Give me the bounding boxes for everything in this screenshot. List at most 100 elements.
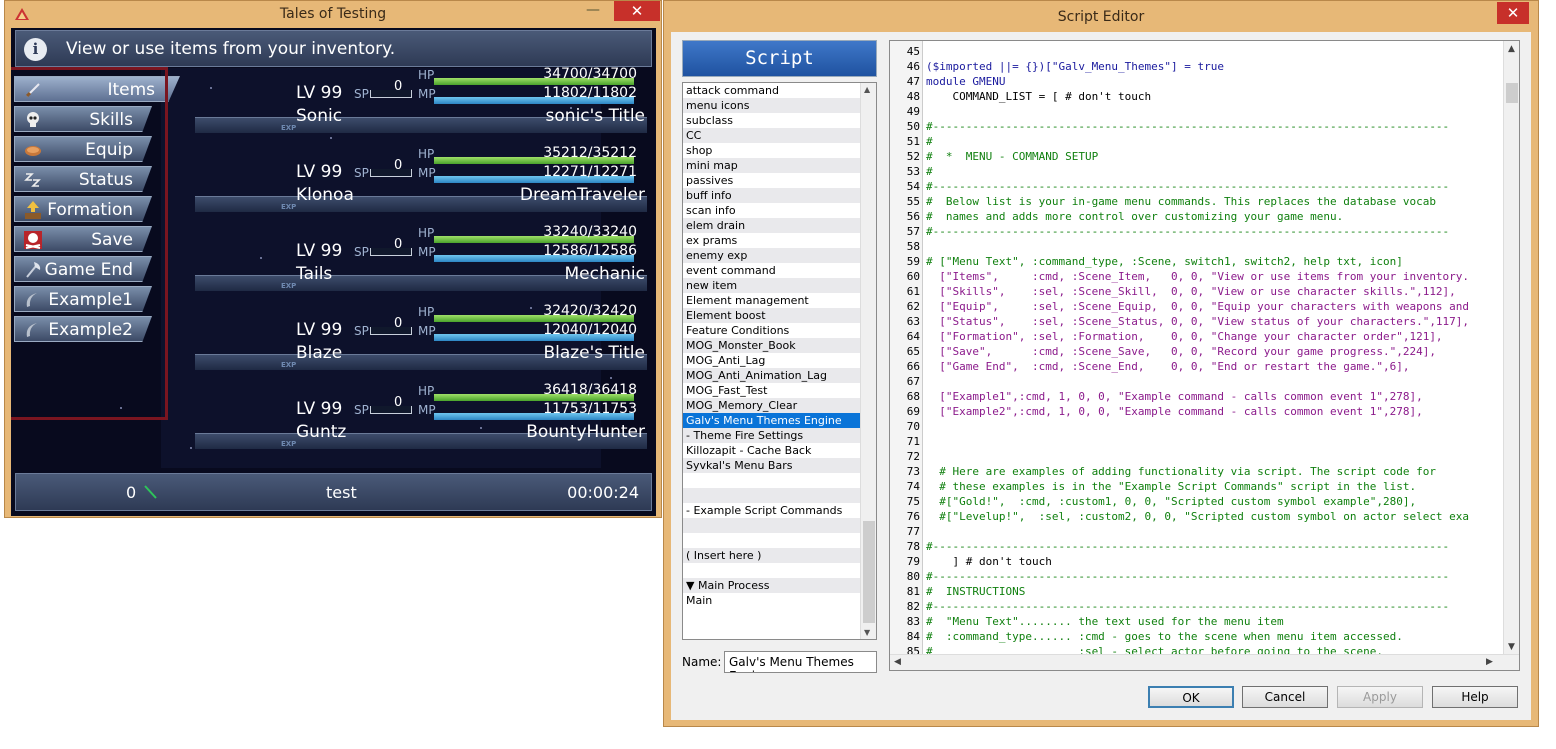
script-list-item[interactable]: Main <box>683 593 860 608</box>
code-line[interactable]: 45 <box>890 44 1504 59</box>
code-line[interactable]: 80 #-------------------------------------… <box>890 569 1504 584</box>
code-line[interactable]: 73 # Here are examples of adding functio… <box>890 464 1504 479</box>
code-line[interactable]: 83 # "Menu Text"........ the text used fo… <box>890 614 1504 629</box>
code-vertical-scrollbar[interactable]: ▲ ▼ <box>1503 41 1519 656</box>
scroll-down-icon[interactable]: ▼ <box>1508 642 1515 652</box>
code-line[interactable]: 60 ["Items", :cmd, :Scene_Item, 0, 0, "V… <box>890 269 1504 284</box>
scroll-up-icon[interactable]: ▲ <box>864 85 870 94</box>
script-list-item[interactable]: subclass <box>683 113 860 128</box>
code-scroll-thumb[interactable] <box>1506 83 1518 103</box>
scroll-left-icon[interactable]: ◀ <box>894 657 901 667</box>
minimize-button[interactable]: — <box>579 1 607 21</box>
script-list-item[interactable] <box>683 563 860 578</box>
script-list-scrollbar[interactable]: ▲ ▼ <box>860 83 876 639</box>
code-line[interactable]: 54 #-------------------------------------… <box>890 179 1504 194</box>
script-list-item[interactable]: enemy exp <box>683 248 860 263</box>
scroll-right-icon[interactable]: ▶ <box>1486 657 1493 667</box>
script-list-item[interactable]: MOG_Memory_Clear <box>683 398 860 413</box>
script-list-item[interactable]: ex prams <box>683 233 860 248</box>
code-editor[interactable]: 45 46 ($imported ||= {})["Galv_Menu_Themes… <box>889 40 1520 671</box>
code-line[interactable]: 64 ["Formation", :sel, :Formation, 0, 0,… <box>890 329 1504 344</box>
script-list-item[interactable]: elem drain <box>683 218 860 233</box>
code-line[interactable]: 61 ["Skills", :sel, :Scene_Skill, 0, 0, … <box>890 284 1504 299</box>
script-list-item[interactable]: CC <box>683 128 860 143</box>
script-list-item[interactable]: menu icons <box>683 98 860 113</box>
script-list-item[interactable]: - Example Script Commands <box>683 503 860 518</box>
code-line[interactable]: 56 # names and adds more control over cus… <box>890 209 1504 224</box>
help-button[interactable]: Help <box>1432 686 1518 708</box>
script-list-item[interactable]: Feature Conditions <box>683 323 860 338</box>
code-line[interactable]: 78 #-------------------------------------… <box>890 539 1504 554</box>
scroll-up-icon[interactable]: ▲ <box>1508 44 1515 54</box>
code-line[interactable]: 49 <box>890 104 1504 119</box>
editor-close-button[interactable]: ✕ <box>1497 2 1529 24</box>
actor-row[interactable]: EXP LV 99 SP 0 HP MP 34700/34700 11802/1… <box>189 66 649 143</box>
code-line[interactable]: 48 COMMAND_LIST = [ # don't touch <box>890 89 1504 104</box>
script-list-item[interactable]: scan info <box>683 203 860 218</box>
code-line[interactable]: 58 <box>890 239 1504 254</box>
editor-title-bar[interactable]: Script Editor ✕ <box>664 1 1538 33</box>
script-list-item[interactable]: Element boost <box>683 308 860 323</box>
script-list-item[interactable]: new item <box>683 278 860 293</box>
code-line[interactable]: 66 ["Game End", :cmd, :Scene_End, 0, 0, … <box>890 359 1504 374</box>
code-line[interactable]: 74 # these examples is in the "Example S… <box>890 479 1504 494</box>
cancel-button[interactable]: Cancel <box>1242 686 1328 708</box>
script-list-item[interactable]: buff info <box>683 188 860 203</box>
script-list-item[interactable]: event command <box>683 263 860 278</box>
code-line[interactable]: 67 <box>890 374 1504 389</box>
script-list-item[interactable]: attack command <box>683 83 860 98</box>
code-line[interactable]: 75 #["Gold!", :cmd, :custom1, 0, 0, "Scr… <box>890 494 1504 509</box>
actor-row[interactable]: EXP LV 99 SP 0 HP MP 33240/33240 12586/1… <box>189 224 649 301</box>
code-line[interactable]: 72 <box>890 449 1504 464</box>
code-line[interactable]: 68 ["Example1",:cmd, 1, 0, 0, "Example c… <box>890 389 1504 404</box>
script-name-input[interactable]: Galv's Menu Themes Engine <box>724 651 877 673</box>
actor-row[interactable]: EXP LV 99 SP 0 HP MP 35212/35212 12271/1… <box>189 145 649 222</box>
ok-button[interactable]: OK <box>1148 686 1234 708</box>
script-list-item[interactable]: passives <box>683 173 860 188</box>
script-list-item[interactable]: ( Insert here ) <box>683 548 860 563</box>
game-screen[interactable]: i View or use items from your inventory.… <box>11 28 656 516</box>
script-list-item[interactable]: ▼ Main Process <box>683 578 860 593</box>
code-horizontal-scrollbar[interactable]: ◀ ▶ <box>890 654 1519 670</box>
code-line[interactable]: 62 ["Equip", :sel, :Scene_Equip, 0, 0, "… <box>890 299 1504 314</box>
code-line[interactable]: 59 # ["Menu Text", :command_type, :Scene,… <box>890 254 1504 269</box>
code-line[interactable]: 63 ["Status", :sel, :Scene_Status, 0, 0,… <box>890 314 1504 329</box>
code-line[interactable]: 84 # :command_type...... :cmd - goes to t… <box>890 629 1504 644</box>
code-line[interactable]: 65 ["Save", :cmd, :Scene_Save, 0, 0, "Re… <box>890 344 1504 359</box>
scroll-down-icon[interactable]: ▼ <box>864 628 870 637</box>
actor-row[interactable]: EXP LV 99 SP 0 HP MP 36418/36418 11753/1… <box>189 382 649 459</box>
code-line[interactable]: 77 <box>890 524 1504 539</box>
code-line[interactable]: 46 ($imported ||= {})["Galv_Menu_Themes"]… <box>890 59 1504 74</box>
code-line[interactable]: 79 ] # don't touch <box>890 554 1504 569</box>
script-list-item[interactable] <box>683 533 860 548</box>
code-line[interactable]: 76 #["Levelup!", :sel, :custom2, 0, 0, "… <box>890 509 1504 524</box>
script-list-item[interactable]: MOG_Monster_Book <box>683 338 860 353</box>
code-line[interactable]: 55 # Below list is your in-game menu comm… <box>890 194 1504 209</box>
script-list-item[interactable]: Killozapit - Cache Back <box>683 443 860 458</box>
close-button[interactable]: ✕ <box>614 1 660 21</box>
script-list[interactable]: attack command menu icons subclass CC shop mi… <box>682 82 877 640</box>
code-line[interactable]: 51 # <box>890 134 1504 149</box>
code-line[interactable]: 50 #-------------------------------------… <box>890 119 1504 134</box>
game-title-bar[interactable]: Tales of Testing — ✕ <box>5 1 661 28</box>
code-line[interactable]: 47 module GMENU <box>890 74 1504 89</box>
code-line[interactable]: 52 # * MENU - COMMAND SETUP <box>890 149 1504 164</box>
code-line[interactable]: 53 # <box>890 164 1504 179</box>
script-list-item[interactable]: mini map <box>683 158 860 173</box>
script-list-item[interactable]: MOG_Anti_Lag <box>683 353 860 368</box>
code-line[interactable]: 70 <box>890 419 1504 434</box>
code-line[interactable]: 71 <box>890 434 1504 449</box>
script-list-item[interactable]: Galv's Menu Themes Engine <box>683 413 860 428</box>
code-line[interactable]: 57 #-------------------------------------… <box>890 224 1504 239</box>
code-line[interactable]: 69 ["Example2",:cmd, 1, 0, 0, "Example c… <box>890 404 1504 419</box>
script-list-item[interactable]: Element management <box>683 293 860 308</box>
code-line[interactable]: 81 # INSTRUCTIONS <box>890 584 1504 599</box>
script-list-item[interactable]: MOG_Fast_Test <box>683 383 860 398</box>
script-list-item[interactable]: - Theme Fire Settings <box>683 428 860 443</box>
actor-row[interactable]: EXP LV 99 SP 0 HP MP 32420/32420 12040/1… <box>189 303 649 380</box>
script-list-item[interactable] <box>683 488 860 503</box>
script-list-item[interactable] <box>683 473 860 488</box>
scroll-thumb[interactable] <box>863 521 875 623</box>
script-list-item[interactable]: Syvkal's Menu Bars <box>683 458 860 473</box>
script-list-item[interactable]: shop <box>683 143 860 158</box>
